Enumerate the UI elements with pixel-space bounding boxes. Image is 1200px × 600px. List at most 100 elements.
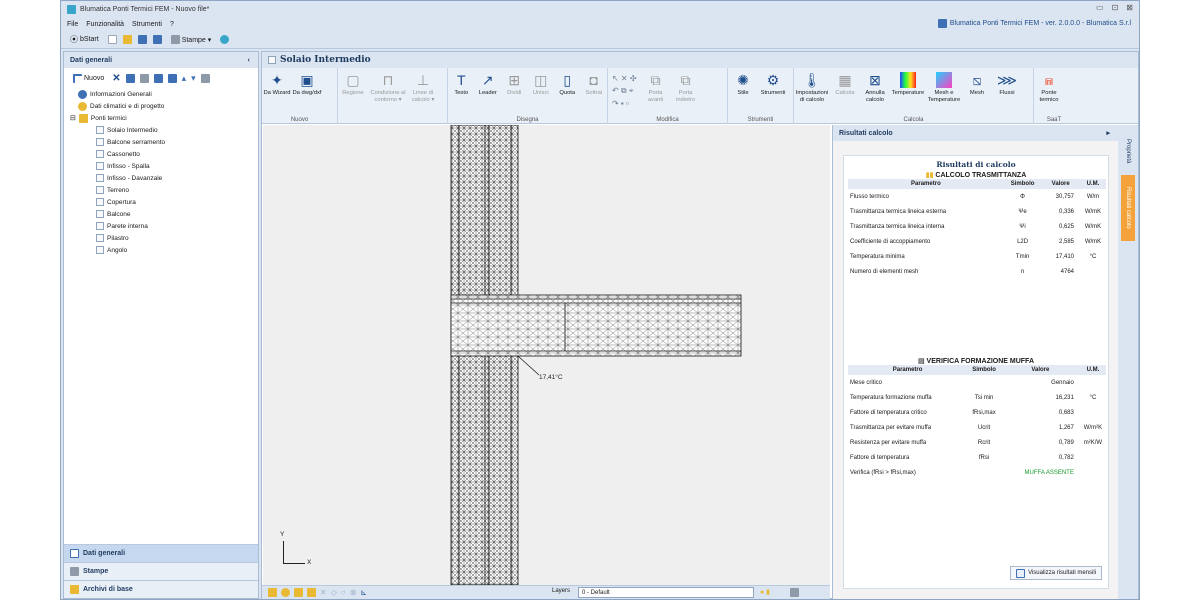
layer-select[interactable]: 0 - Default [578,587,754,598]
maximize-button[interactable]: ⊡ [1112,3,1119,12]
import-node-icon[interactable] [139,73,149,83]
ortho-icon[interactable]: ⊾ [360,588,367,597]
calc-settings-icon: 🌡 [803,71,821,88]
da-wizard-button[interactable]: ✦ Da Wizard [262,72,292,97]
temperature-button[interactable]: Temperature [890,72,926,97]
menu-strumenti[interactable]: Strumenti [132,21,162,28]
sottrai-button[interactable]: ◘ Sottrai [581,72,608,97]
undo-icon[interactable]: ↶ ⧉ ⌖ [612,86,637,96]
tab-risultati-calcolo[interactable]: Risultati calcolo [1121,175,1135,241]
tree-item-terreno[interactable]: Terreno [70,184,258,196]
select-icon[interactable]: ↖ ✕ ✣ [612,74,637,83]
mesh-temperature-button[interactable]: Mesh e Temperature [926,72,962,103]
results-card-title: Risultati di calcolo [936,160,1016,169]
tree-collapse-toggle-icon[interactable]: ⊟ [70,114,76,122]
param-cell: Trasmittanza termica lineica interna [850,223,945,230]
menu-funzionalita[interactable]: Funzionalità [86,21,124,28]
annulla-calcolo-button[interactable]: ⊠ Annulla calcolo [860,72,890,103]
tree-item-copertura[interactable]: Copertura [70,196,258,208]
mesh-drawing[interactable] [263,124,830,586]
monthly-results-button[interactable]: Visualizza risultati mensili [1010,566,1102,580]
general-data-icon [70,549,79,558]
new-file-icon[interactable] [107,35,117,44]
calc-lines-icon: ⊥ [416,71,430,88]
collapse-all-icon[interactable] [167,73,177,83]
unisci-button[interactable]: ◫ Unisci [528,72,555,97]
tree-item-cassonetto[interactable]: Cassonetto [70,148,258,160]
condizione-contorno-button[interactable]: ⊓ Condizione al contorno ▾ [368,72,408,103]
tree-item-pilastro[interactable]: Pilastro [70,232,258,244]
collapse-panel-button[interactable]: ‹ [248,57,250,64]
save-as-icon[interactable] [152,35,162,44]
settings-gear-icon[interactable] [220,35,230,44]
snap-quadrant-icon[interactable]: ⊗ [350,588,357,597]
tree-new-button[interactable]: Nuovo [70,73,107,84]
copy-node-icon[interactable] [125,73,135,83]
tree-item-infisso-davanzale[interactable]: Infisso - Davanzale [70,172,258,184]
calcola-button[interactable]: ▦ Calcola [830,72,860,97]
dividi-button[interactable]: ⊞ Dividi [501,72,528,97]
tree-item-informazioni[interactable]: Informazioni Generali [70,88,258,100]
nav-stampe[interactable]: Stampe [64,562,258,580]
snap-line-icon[interactable] [268,588,277,597]
tree-item-balcone-serramento[interactable]: Balcone serramento [70,136,258,148]
ribbon-group-disegna: T Testo ↗ Leader ⊞ Dividi ◫ Unisci ▯ Quota ◘ S… [448,68,608,124]
tree-item-angolo[interactable]: Angolo [70,244,258,256]
tree-item-dati-climatici[interactable]: Dati climatici e di progetto [70,100,258,112]
split-icon: ⊞ [508,71,521,88]
tree-item-solaio[interactable]: Solaio Intermedio [70,124,258,136]
da-dwg-button[interactable]: ▣ Da dwg/dxf [292,72,322,97]
move-down-icon[interactable]: ▾ [191,73,196,84]
close-button[interactable]: ⊠ [1126,3,1133,12]
menu-file[interactable]: File [67,21,78,28]
quota-button[interactable]: ▯ Quota [554,72,581,97]
table-row: Flusso termico Φ 30,757 W/m [848,189,1106,204]
dimension-icon: ▯ [563,71,572,88]
drawing-canvas[interactable]: 17,41°C Y X [263,124,830,599]
stile-button[interactable]: ✺ Stile [728,72,758,97]
snap-intersection-icon[interactable]: ✕ [320,588,327,597]
mesh-button[interactable]: ⧅ Mesh [962,72,992,97]
snap-circle-icon[interactable] [281,588,290,597]
subtract-icon: ◘ [589,71,598,88]
tree-options-icon[interactable] [200,73,210,83]
column-header: U.M. [1079,365,1106,375]
delete-node-icon[interactable]: ✕ [112,73,120,84]
tree-item-ponti-termici[interactable]: ⊟ Ponti termici [70,112,258,124]
leader-button[interactable]: ↗ Leader [475,72,502,97]
tree-item-infisso-spalla[interactable]: Infisso - Spalla [70,160,258,172]
porta-indietro-button[interactable]: ⧉ Porta indietro [671,72,701,103]
tree-item-parete-interna[interactable]: Parete interna [70,220,258,232]
regione-button[interactable]: ▢ Regione [338,72,368,97]
results-expand-button[interactable]: ▸ [1106,129,1110,137]
testo-button[interactable]: T Testo [448,72,475,97]
snap-perpendicular-icon[interactable] [307,588,316,597]
tree-item-balcone[interactable]: Balcone [70,208,258,220]
stampe-button[interactable]: Stampe ▾ [168,34,215,45]
snap-midpoint-icon[interactable]: ◇ [331,588,337,597]
ribbon-label: Sottrai [585,90,603,96]
impostazioni-calcolo-button[interactable]: 🌡 Impostazioni di calcolo [794,72,830,103]
snap-endpoint-icon[interactable] [294,588,303,597]
ponte-termico-button[interactable]: ⩎ Ponte termico [1034,72,1064,103]
layer-visibility-icon[interactable]: ● ▮ [760,588,770,596]
flussi-button[interactable]: ⋙ Flussi [992,72,1022,97]
layer-manager-icon[interactable] [790,588,799,597]
canvas-status-bar: ✕ ◇ ○ ⊗ ⊾ Layers 0 - Default ● ▮ [262,585,830,599]
open-folder-icon[interactable] [122,35,132,44]
menu-help[interactable]: ? [170,21,174,28]
nav-dati-generali[interactable]: Dati generali [64,544,258,562]
bstart-button[interactable]: ⦿ bStart [67,33,102,46]
linee-calcolo-button[interactable]: ⊥ Linee di calcolo ▾ [408,72,438,103]
porta-avanti-button[interactable]: ⧉ Porta avanti [641,72,671,103]
strumenti-button[interactable]: ⚙ Strumenti [758,72,788,97]
move-up-icon[interactable]: ▴ [182,73,187,84]
minimize-button[interactable]: ▭ [1096,3,1104,12]
save-icon[interactable] [137,35,147,44]
expand-all-icon[interactable] [153,73,163,83]
tab-proprieta[interactable]: Proprietà [1121,131,1135,171]
table-row: Trasmittanza termica lineica interna Ψi 0,… [848,219,1106,234]
snap-center-icon[interactable]: ○ [341,588,346,597]
redo-icon[interactable]: ↷ ▪ ▫ [612,99,637,108]
nav-archivi-di-base[interactable]: Archivi di base [64,580,258,598]
